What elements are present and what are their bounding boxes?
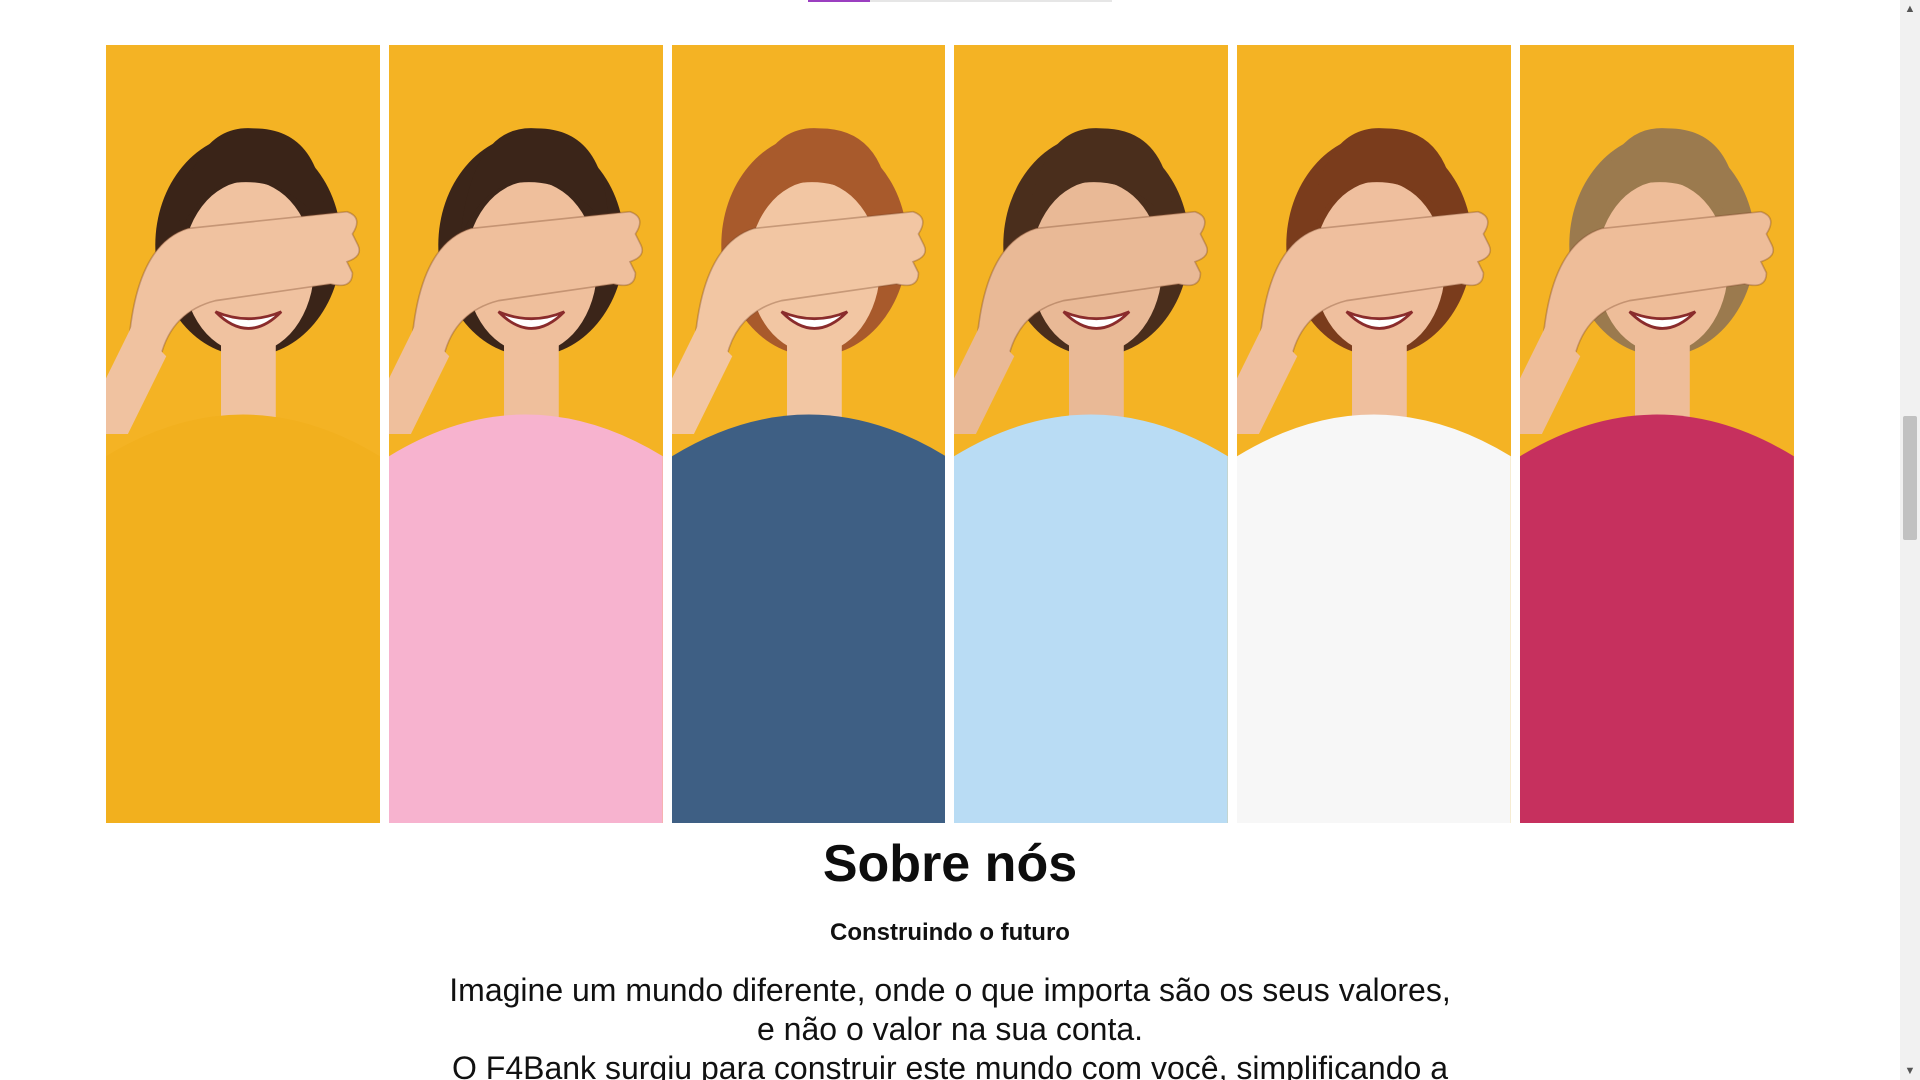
scroll-down-icon[interactable]: ▼: [1900, 1062, 1920, 1080]
about-description: Imagine um mundo diferente, onde o que i…: [400, 971, 1500, 1080]
about-title: Sobre nós: [822, 835, 1078, 893]
portrait-photo: [671, 45, 946, 823]
about-description-line: e não o valor na sua conta.: [756, 1011, 1144, 1048]
about-section: Sobre nós Construindo o futuro Imagine u…: [0, 823, 1900, 1080]
portrait-photo: [388, 45, 663, 823]
scroll-up-icon[interactable]: ▲: [1900, 0, 1920, 18]
portrait-photo: [1237, 45, 1512, 823]
portrait-photo: [106, 45, 380, 823]
scroll-thumb[interactable]: [1903, 416, 1917, 540]
portrait-photo: [954, 45, 1229, 823]
about-description-line: O F4Bank surgiu para construir este mund…: [451, 1050, 1448, 1080]
nav-underline: [808, 0, 1112, 2]
nav-active-indicator: [808, 0, 870, 2]
about-description-line: Imagine um mundo diferente, onde o que i…: [449, 972, 1451, 1009]
about-subtitle: Construindo o futuro: [830, 919, 1070, 947]
portrait-photo: [1520, 45, 1794, 823]
photo-strip: [106, 45, 1794, 823]
page: Sobre nós Construindo o futuro Imagine u…: [0, 0, 1920, 1080]
vertical-scrollbar[interactable]: ▲ ▼: [1900, 0, 1920, 1080]
